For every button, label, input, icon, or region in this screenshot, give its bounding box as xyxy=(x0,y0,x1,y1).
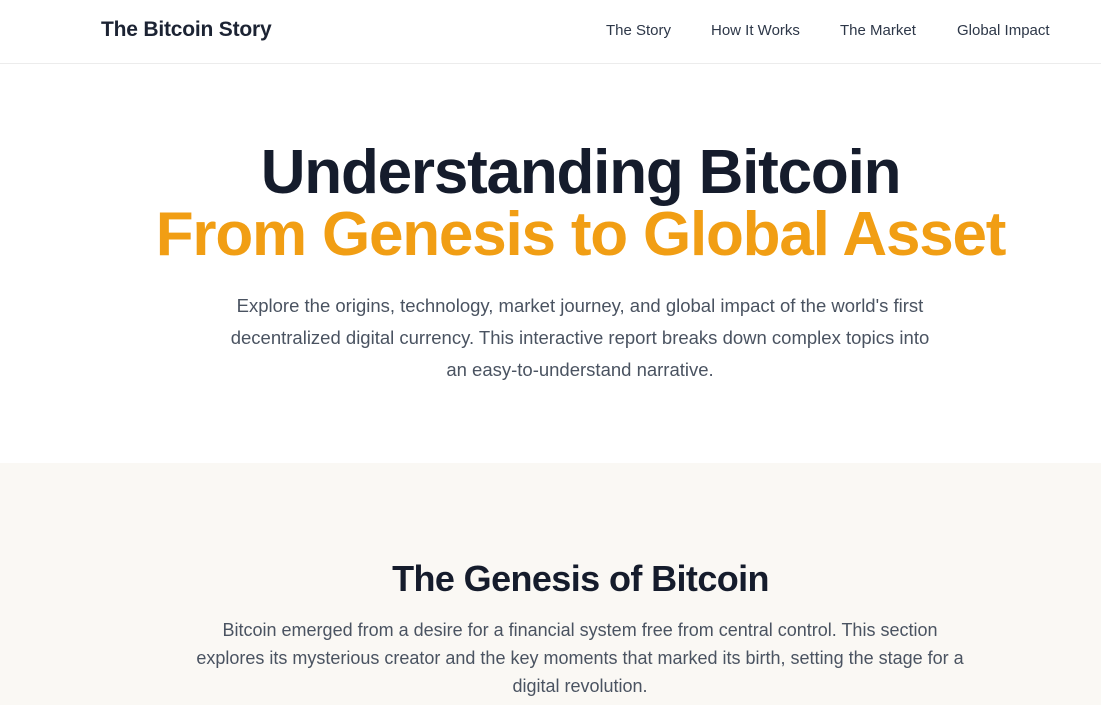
genesis-description: Bitcoin emerged from a desire for a fina… xyxy=(196,620,964,696)
nav-links: The Story How It Works The Market Global… xyxy=(0,22,1101,42)
nav-link-the-story[interactable]: The Story xyxy=(606,22,671,39)
hero-title: Understanding Bitcoin xyxy=(260,138,902,207)
genesis-section: The Genesis of Bitcoin Bitcoin emerged f… xyxy=(0,463,1101,705)
top-nav: The Bitcoin Story The Story How It Works… xyxy=(0,0,1101,64)
nav-link-how-it-works[interactable]: How It Works xyxy=(711,22,800,39)
genesis-title: The Genesis of Bitcoin xyxy=(392,558,769,599)
hero-description: Explore the origins, technology, market … xyxy=(230,295,930,380)
nav-link-global-impact[interactable]: Global Impact xyxy=(957,22,1050,39)
hero-section: Understanding Bitcoin From Genesis to Gl… xyxy=(0,64,1101,463)
nav-link-the-market[interactable]: The Market xyxy=(840,22,916,39)
hero-subtitle: From Genesis to Global Asset xyxy=(155,200,1007,269)
